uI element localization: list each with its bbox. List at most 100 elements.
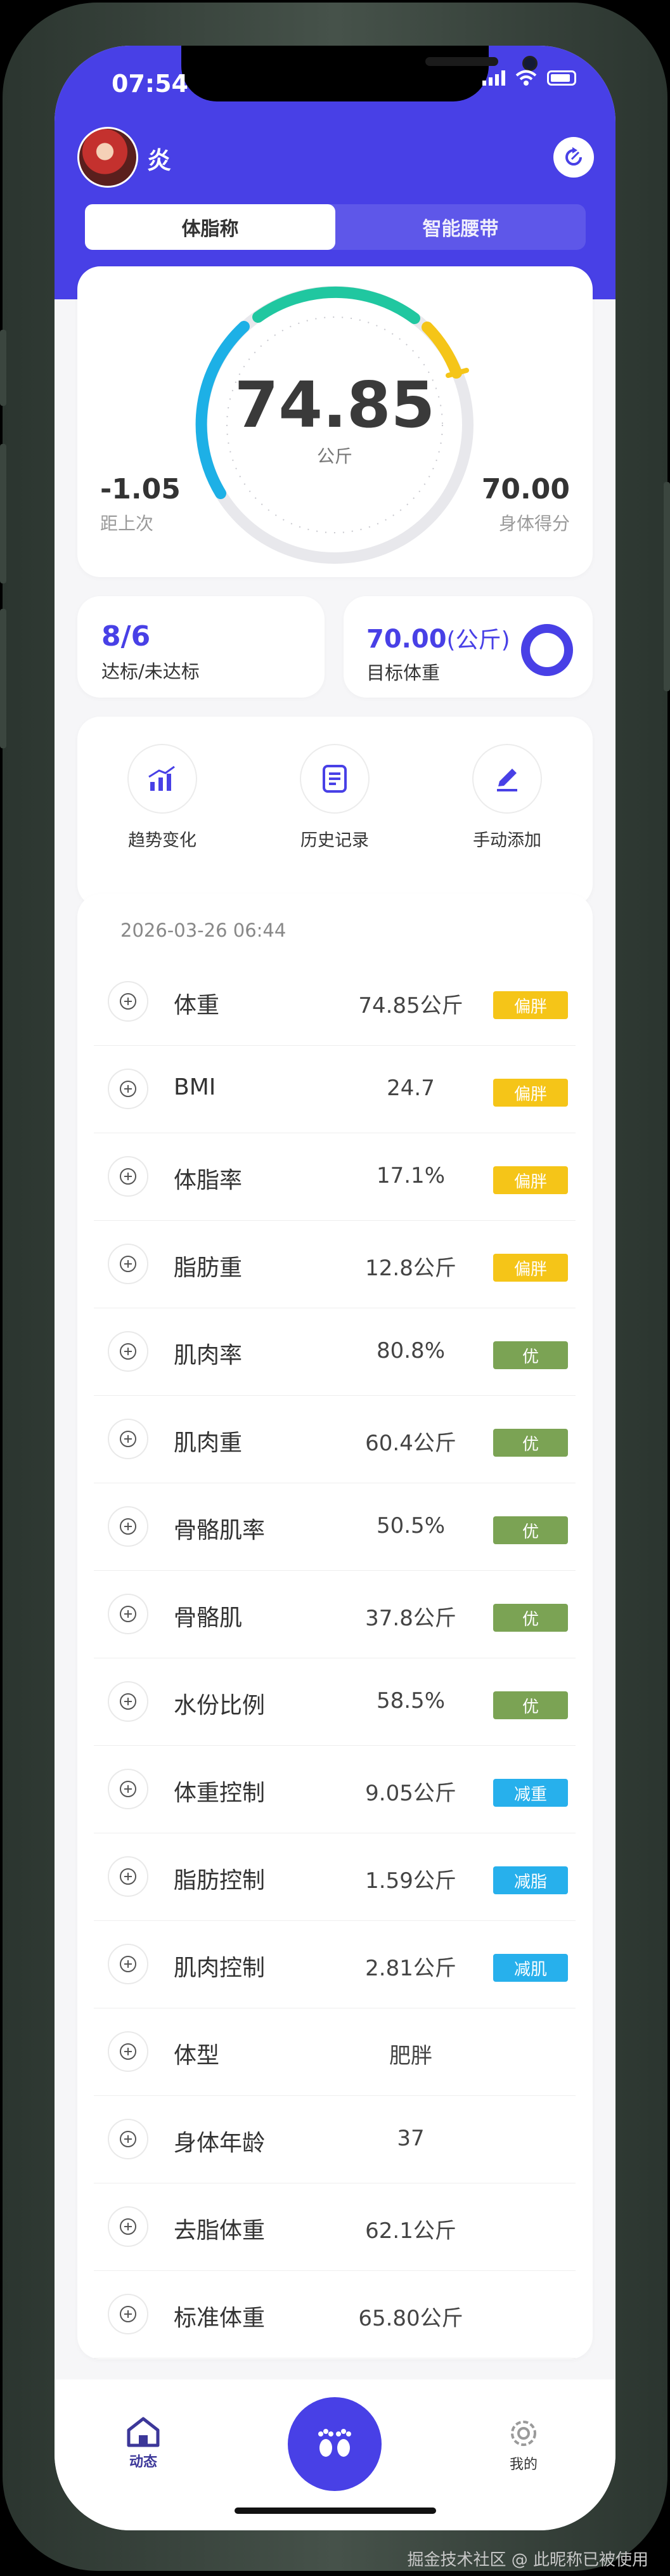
body-score: 70.00 bbox=[481, 473, 570, 505]
metric-value: 1.59公斤 bbox=[365, 1868, 456, 1894]
table-row[interactable]: BMI 24.7 偏胖 bbox=[94, 1045, 576, 1133]
metric-name: 肌肉重 bbox=[174, 1430, 243, 1456]
fat-rate-icon bbox=[108, 1156, 148, 1197]
metric-name: BMI bbox=[174, 1074, 216, 1100]
target-weight-card[interactable]: 70.00(公斤) 目标体重 bbox=[344, 596, 593, 698]
muscle-weight-icon bbox=[108, 1419, 148, 1459]
gear-icon bbox=[511, 2421, 536, 2446]
status-badge: 优 bbox=[493, 1516, 568, 1544]
target-count-card[interactable]: 8/6 达标/未达标 bbox=[77, 596, 325, 698]
trend-button[interactable]: 趋势变化 bbox=[99, 744, 226, 851]
target-weight-unit: (公斤) bbox=[446, 627, 510, 653]
metric-value: 肥胖 bbox=[389, 2043, 432, 2069]
metric-name: 体重控制 bbox=[174, 1780, 266, 1806]
footprints-icon bbox=[318, 2429, 351, 2457]
metric-value: 12.8公斤 bbox=[365, 1256, 456, 1281]
metric-value: 74.85公斤 bbox=[358, 993, 463, 1018]
metric-name: 脂肪重 bbox=[174, 1255, 243, 1281]
history-button[interactable]: 历史记录 bbox=[271, 744, 398, 851]
water-icon bbox=[108, 1681, 148, 1722]
target-ring-icon bbox=[521, 624, 573, 676]
history-label: 历史记录 bbox=[300, 831, 369, 850]
front-camera bbox=[522, 56, 538, 71]
power-button bbox=[664, 482, 670, 691]
table-row[interactable]: 肌肉控制 2.81公斤 减肌 bbox=[94, 1920, 576, 2008]
volume-down-button bbox=[0, 609, 6, 748]
weight-diff: -1.05 bbox=[100, 473, 181, 505]
metric-value: 37 bbox=[397, 2126, 425, 2151]
metric-name: 体型 bbox=[174, 2043, 220, 2069]
tab-activity[interactable]: 动态 bbox=[118, 2416, 169, 2471]
bmi-icon bbox=[108, 1069, 148, 1109]
skeletal-muscle-rate-icon bbox=[108, 1506, 148, 1547]
metric-name: 去脂体重 bbox=[174, 2218, 266, 2244]
lean-mass-icon bbox=[108, 2206, 148, 2247]
table-row[interactable]: 体重控制 9.05公斤 减重 bbox=[94, 1745, 576, 1833]
status-badge: 优 bbox=[493, 1604, 568, 1632]
metric-name: 体重 bbox=[174, 992, 220, 1018]
tab-mine[interactable]: 我的 bbox=[498, 2416, 549, 2473]
muscle-rate-icon bbox=[108, 1331, 148, 1372]
metric-name: 肌肉率 bbox=[174, 1343, 243, 1369]
skeletal-muscle-icon bbox=[108, 1594, 148, 1634]
tab-mine-label: 我的 bbox=[509, 2457, 538, 2473]
metric-value: 62.1公斤 bbox=[365, 2218, 456, 2244]
watermark: 掘金技术社区 @ 此昵称已被使用 bbox=[407, 2551, 648, 2570]
fat-weight-icon bbox=[108, 1244, 148, 1284]
table-row[interactable]: 体重 74.85公斤 偏胖 bbox=[94, 958, 576, 1046]
history-icon bbox=[300, 744, 370, 814]
metric-value: 65.80公斤 bbox=[358, 2306, 463, 2331]
metrics-list: 体重 74.85公斤 偏胖 BMI 24.7 偏胖 体脂率 17.1% 偏胖 脂肪重 12.8公斤偏… bbox=[94, 958, 576, 2358]
table-row[interactable]: 肌肉重 60.4公斤 优 bbox=[94, 1395, 576, 1483]
status-badge: 减重 bbox=[493, 1779, 568, 1807]
username: 炎 bbox=[147, 146, 172, 174]
target-weight-value: 70.00 bbox=[366, 625, 447, 654]
metric-value: 17.1% bbox=[376, 1163, 445, 1188]
status-badge: 优 bbox=[493, 1341, 568, 1369]
table-row[interactable]: 骨骼肌 37.8公斤 优 bbox=[94, 1570, 576, 1658]
status-badge: 优 bbox=[493, 1691, 568, 1719]
table-row[interactable]: 体型 肥胖 bbox=[94, 2008, 576, 2096]
table-row[interactable]: 去脂体重 62.1公斤 bbox=[94, 2183, 576, 2271]
table-row[interactable]: 肌肉率 80.8% 优 bbox=[94, 1308, 576, 1396]
refresh-icon bbox=[565, 147, 582, 166]
edit-icon bbox=[472, 744, 542, 814]
tab-body-scale[interactable]: 体脂称 bbox=[85, 204, 335, 250]
record-card: 2026-03-26 06:44 体重 74.85公斤 偏胖 BMI 24.7 偏胖 体脂率… bbox=[77, 894, 593, 2359]
metric-name: 水份比例 bbox=[174, 1693, 266, 1719]
metric-name: 肌肉控制 bbox=[174, 1955, 266, 1981]
table-row[interactable]: 体脂率 17.1% 偏胖 bbox=[94, 1133, 576, 1221]
metric-name: 体脂率 bbox=[174, 1168, 243, 1194]
tab-smart-belt[interactable]: 智能腰带 bbox=[335, 204, 586, 250]
metric-value: 37.8公斤 bbox=[365, 1606, 456, 1631]
status-badge: 减肌 bbox=[493, 1954, 568, 1982]
metric-name: 标准体重 bbox=[174, 2305, 266, 2331]
weigh-button[interactable] bbox=[288, 2397, 382, 2491]
manual-add-label: 手动添加 bbox=[473, 831, 541, 850]
status-badge: 偏胖 bbox=[493, 1254, 568, 1282]
metric-value: 24.7 bbox=[387, 1076, 435, 1101]
table-row[interactable]: 身体年龄 37 bbox=[94, 2095, 576, 2183]
fat-control-icon bbox=[108, 1856, 148, 1897]
volume-up-button bbox=[0, 444, 6, 583]
target-count: 8/6 bbox=[101, 620, 151, 653]
status-badge: 减脂 bbox=[493, 1866, 568, 1894]
wifi-icon bbox=[515, 70, 537, 86]
scale-icon bbox=[108, 981, 148, 1022]
sync-button[interactable] bbox=[553, 137, 594, 178]
avatar[interactable] bbox=[77, 127, 138, 188]
target-count-label: 达标/未达标 bbox=[101, 661, 200, 682]
body-age-icon bbox=[108, 2119, 148, 2159]
status-badge: 偏胖 bbox=[493, 991, 568, 1019]
speaker bbox=[425, 57, 498, 66]
target-weight-label: 目标体重 bbox=[366, 662, 441, 684]
manual-add-button[interactable]: 手动添加 bbox=[444, 744, 570, 851]
table-row[interactable]: 水份比例 58.5% 优 bbox=[94, 1658, 576, 1746]
body-shape-icon bbox=[108, 2031, 148, 2072]
table-row[interactable]: 脂肪重 12.8公斤 偏胖 bbox=[94, 1220, 576, 1308]
table-row[interactable]: 标准体重 65.80公斤 bbox=[94, 2270, 576, 2358]
table-row[interactable]: 骨骼肌率 50.5% 优 bbox=[94, 1483, 576, 1571]
metric-name: 身体年龄 bbox=[174, 2130, 266, 2156]
table-row[interactable]: 脂肪控制 1.59公斤 减脂 bbox=[94, 1833, 576, 1921]
trend-icon bbox=[127, 744, 197, 814]
